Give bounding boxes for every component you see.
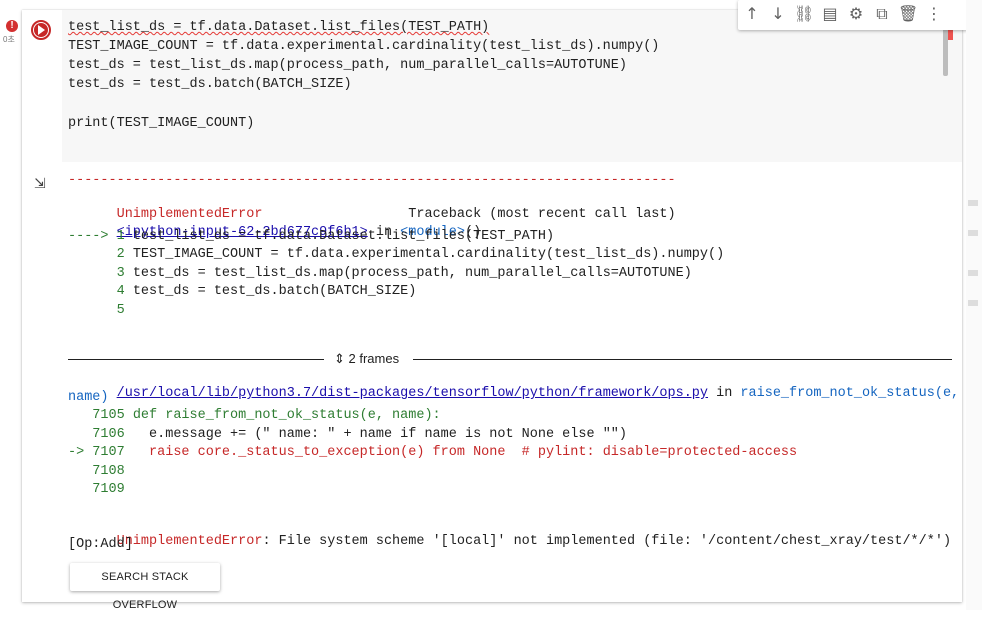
code-line[interactable]: test_list_ds = tf.data.Dataset.list_file… xyxy=(68,20,489,35)
arrow-up-icon[interactable]: ↑ xyxy=(742,4,762,24)
frame2-line: -> 7107 raise core._status_to_exception(… xyxy=(68,445,797,460)
edge-mark xyxy=(968,200,978,206)
frame1-line: 4 test_ds = test_ds.batch(BATCH_SIZE) xyxy=(68,284,417,299)
final-error: UnimplementedError: File system scheme '… xyxy=(68,519,951,564)
edge-mark xyxy=(968,300,978,306)
frame1-line: 3 test_ds = test_list_ds.map(process_pat… xyxy=(68,266,692,281)
line-prefix: 7108 xyxy=(68,464,125,479)
frame2-link[interactable]: /usr/local/lib/python3.7/dist-packages/t… xyxy=(117,386,708,401)
error-badge-icon: ! xyxy=(6,20,18,32)
left-gutter: ! 0초 xyxy=(0,0,22,610)
frame2-line: 7109 xyxy=(68,482,125,497)
output-icon[interactable]: ⇲ xyxy=(34,176,50,192)
mirror-icon[interactable]: ⧉ xyxy=(872,4,892,24)
line-prefix: -> 7107 xyxy=(68,445,133,460)
comment-icon[interactable]: ▤ xyxy=(820,4,840,24)
line-prefix: 5 xyxy=(68,303,125,318)
right-edge xyxy=(966,0,982,610)
link-icon[interactable]: ⛓ xyxy=(794,4,814,24)
traceback-separator: ----------------------------------------… xyxy=(68,173,676,188)
frame2-in: in xyxy=(708,386,741,401)
line-code: TEST_IMAGE_COUNT = tf.data.experimental.… xyxy=(132,247,725,262)
code-line[interactable]: test_ds = test_list_ds.map(process_path,… xyxy=(68,58,627,73)
play-icon xyxy=(38,25,45,35)
line-code: def raise_from_not_ok_status(e, name): xyxy=(132,408,441,423)
line-prefix: ----> 1 xyxy=(68,229,133,244)
execution-time: 0초 xyxy=(3,35,15,44)
frame1-line: 5 xyxy=(68,303,125,318)
expand-frames-icon: ⇕ xyxy=(334,351,349,366)
frames-toggle-label: 2 frames xyxy=(348,351,400,366)
line-prefix: 7106 xyxy=(68,427,133,442)
line-code: test_list_ds = tf.data.Dataset.list_file… xyxy=(132,229,555,244)
final-error-op: [Op:Add] xyxy=(68,537,133,552)
frame2-func: raise_from_not_ok_status(e, xyxy=(740,386,960,401)
gear-icon[interactable]: ⚙ xyxy=(846,4,866,24)
frame1-line: 2 TEST_IMAGE_COUNT = tf.data.experimenta… xyxy=(68,247,725,262)
line-code: test_ds = test_list_ds.map(process_path,… xyxy=(132,266,692,281)
code-cell[interactable]: test_list_ds = tf.data.Dataset.list_file… xyxy=(22,0,974,611)
edge-mark xyxy=(968,270,978,276)
line-prefix: 3 xyxy=(68,266,133,281)
line-prefix: 2 xyxy=(68,247,133,262)
line-code: raise core._status_to_exception(e) from … xyxy=(132,445,798,460)
code-line[interactable]: print(TEST_IMAGE_COUNT) xyxy=(68,116,254,131)
frame2-line: 7108 xyxy=(68,464,125,479)
final-error-name: UnimplementedError xyxy=(116,534,263,549)
frame2-func-cont: name) xyxy=(68,390,109,405)
frames-divider-right xyxy=(413,359,952,360)
code-line[interactable]: TEST_IMAGE_COUNT = tf.data.experimental.… xyxy=(68,39,659,54)
line-code: e.message += (" name: " + name if name i… xyxy=(132,427,627,442)
search-stack-overflow-button[interactable]: SEARCH STACK OVERFLOW xyxy=(70,563,220,611)
frame2-line: 7106 e.message += (" name: " + name if n… xyxy=(68,427,627,442)
frame1-line: ----> 1 test_list_ds = tf.data.Dataset.l… xyxy=(68,229,554,244)
line-prefix: 4 xyxy=(68,284,133,299)
line-prefix: 7105 xyxy=(68,408,133,423)
trash-icon[interactable]: 🗑 xyxy=(898,4,918,24)
frames-toggle[interactable]: ⇕ 2 frames xyxy=(334,351,399,367)
more-icon[interactable]: ⋮ xyxy=(924,4,944,24)
code-editor[interactable]: test_list_ds = tf.data.Dataset.list_file… xyxy=(62,10,962,162)
frames-toggle-row[interactable]: ⇕ 2 frames xyxy=(68,351,952,367)
frame2-line: 7105 def raise_from_not_ok_status(e, nam… xyxy=(68,408,441,423)
final-error-msg: : File system scheme '[local]' not imple… xyxy=(262,534,952,549)
edge-mark xyxy=(968,230,978,236)
frames-divider-left xyxy=(68,359,324,360)
line-prefix: 7109 xyxy=(68,482,125,497)
code-line[interactable]: test_ds = test_ds.batch(BATCH_SIZE) xyxy=(68,77,352,92)
line-code: test_ds = test_ds.batch(BATCH_SIZE) xyxy=(132,284,417,299)
run-cell-button[interactable] xyxy=(31,20,51,40)
arrow-down-icon[interactable]: ↓ xyxy=(768,4,788,24)
cell-output: ----------------------------------------… xyxy=(68,173,960,552)
cell-toolbar: ↑ ↓ ⛓ ▤ ⚙ ⧉ 🗑 ⋮ xyxy=(738,0,974,30)
